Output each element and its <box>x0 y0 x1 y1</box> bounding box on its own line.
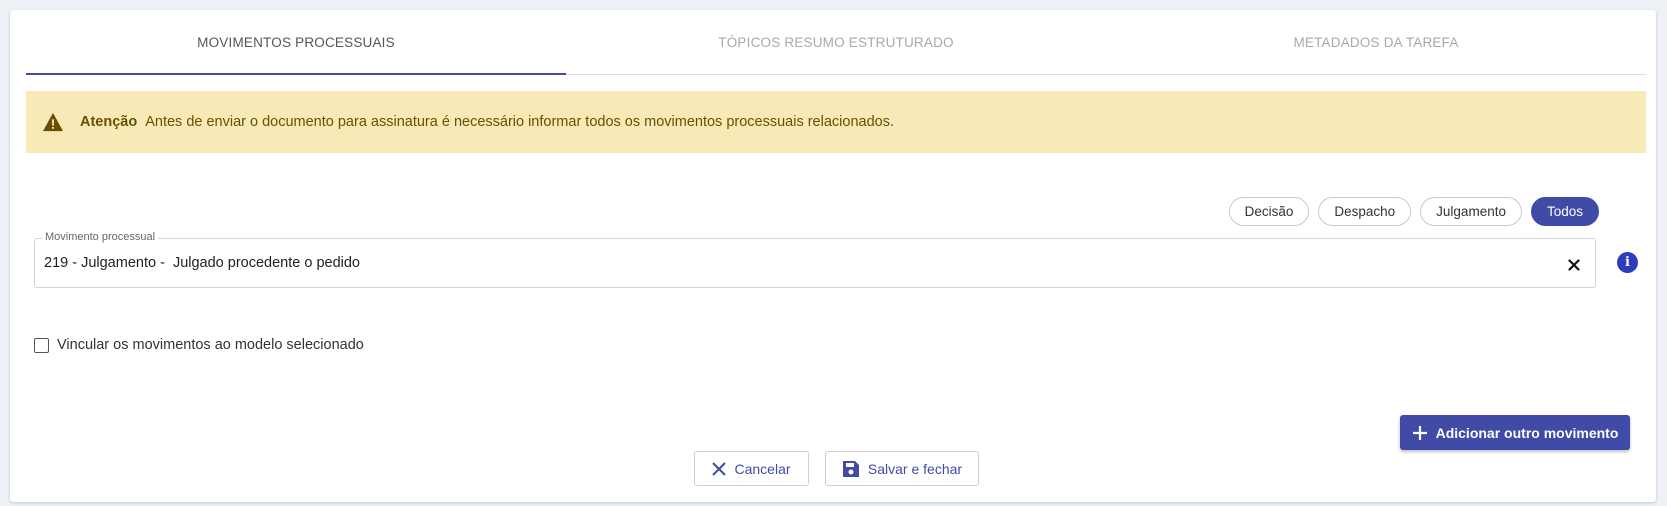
cancel-label: Cancelar <box>734 460 791 477</box>
tab-label: METADADOS DA TAREFA <box>1293 34 1459 50</box>
tab-label: MOVIMENTOS PROCESSUAIS <box>197 34 395 50</box>
alert-message: Antes de enviar o documento para assinat… <box>145 114 894 130</box>
save-close-label: Salvar e fechar <box>867 460 963 477</box>
movements-panel: MOVIMENTOS PROCESSUAIS TÓPICOS RESUMO ES… <box>10 10 1656 502</box>
filter-todos-chip[interactable]: Todos <box>1530 197 1599 226</box>
save-icon <box>842 460 859 477</box>
warning-icon <box>43 112 63 132</box>
tab-movimentos-processuais[interactable]: MOVIMENTOS PROCESSUAIS <box>26 10 566 75</box>
tab-bar: MOVIMENTOS PROCESSUAIS TÓPICOS RESUMO ES… <box>26 10 1646 75</box>
link-movements-checkbox[interactable] <box>34 337 49 353</box>
cancel-button[interactable]: Cancelar <box>694 451 809 486</box>
save-close-button[interactable]: Salvar e fechar <box>825 451 979 486</box>
plus-icon <box>1412 425 1427 440</box>
tab-metadados-tarefa[interactable]: METADADOS DA TAREFA <box>1106 10 1646 74</box>
link-movements-label: Vincular os movimentos ao modelo selecio… <box>57 337 364 353</box>
warning-alert: Atenção Antes de enviar o documento para… <box>26 91 1646 153</box>
tab-topicos-resumo[interactable]: TÓPICOS RESUMO ESTRUTURADO <box>566 10 1106 74</box>
link-movements-checkbox-row[interactable]: Vincular os movimentos ao modelo selecio… <box>34 337 364 353</box>
filter-julgamento-chip[interactable]: Julgamento <box>1420 197 1522 226</box>
filter-chips: Decisão Despacho Julgamento Todos <box>1228 197 1599 226</box>
filter-despacho-chip[interactable]: Despacho <box>1318 197 1412 226</box>
movement-input[interactable] <box>44 255 1524 271</box>
close-icon <box>712 461 727 476</box>
alert-title: Atenção <box>80 114 138 130</box>
movement-field-label: Movimento processual <box>42 231 159 243</box>
info-icon[interactable]: i <box>1617 252 1638 273</box>
add-movement-button[interactable]: Adicionar outro movimento <box>1400 415 1630 450</box>
clear-icon[interactable] <box>1565 256 1583 274</box>
movement-field[interactable]: Movimento processual <box>34 231 1596 288</box>
tab-label: TÓPICOS RESUMO ESTRUTURADO <box>718 34 954 50</box>
add-movement-label: Adicionar outro movimento <box>1435 424 1619 441</box>
filter-decisao-chip[interactable]: Decisão <box>1228 197 1310 226</box>
